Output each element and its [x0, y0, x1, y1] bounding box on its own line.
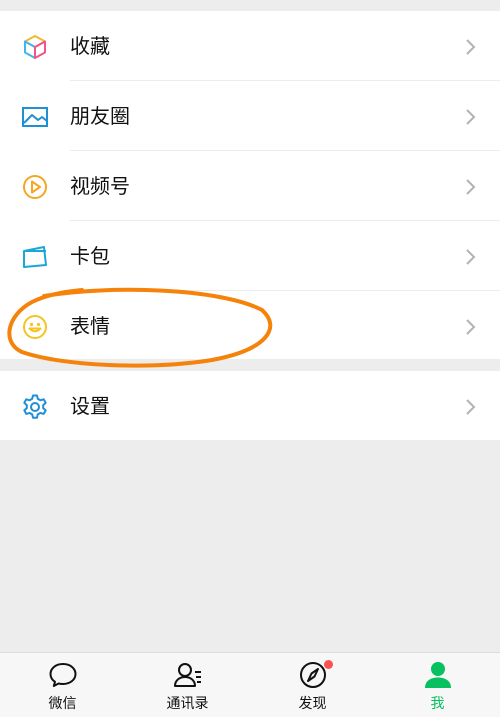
menu-item-label: 卡包	[70, 244, 110, 268]
chevron-right-icon	[463, 317, 477, 337]
menu-item-moments[interactable]: 朋友圈	[0, 81, 500, 151]
chevron-right-icon	[463, 37, 477, 57]
tab-contacts[interactable]: 通讯录	[125, 653, 250, 717]
contacts-icon	[172, 659, 204, 691]
tab-me[interactable]: 我	[375, 653, 500, 717]
settings-group: 设置	[0, 371, 500, 440]
tab-label: 我	[430, 696, 445, 712]
menu-item-settings[interactable]: 设置	[0, 371, 500, 441]
menu-item-favorites[interactable]: 收藏	[0, 11, 500, 81]
menu-item-label: 朋友圈	[70, 104, 130, 128]
chevron-right-icon	[463, 107, 477, 127]
profile-person-icon	[422, 659, 454, 691]
card-wallet-icon	[21, 243, 49, 271]
top-spacer	[0, 0, 500, 11]
me-menu-group: 收藏 朋友圈 视频号 卡包 表情	[0, 11, 500, 359]
tab-discover[interactable]: 发现	[250, 653, 375, 717]
chevron-right-icon	[463, 247, 477, 267]
notification-badge	[324, 660, 333, 669]
sticker-smiley-icon	[21, 313, 49, 341]
menu-item-card-wallet[interactable]: 卡包	[0, 221, 500, 291]
bottom-tab-bar: 微信 通讯录 发现 我	[0, 652, 500, 717]
moments-picture-icon	[21, 103, 49, 131]
channels-play-icon	[21, 173, 49, 201]
gear-icon	[21, 393, 49, 421]
chat-bubble-icon	[47, 659, 79, 691]
menu-item-label: 设置	[70, 394, 110, 418]
menu-item-label: 视频号	[70, 174, 130, 198]
tab-label: 发现	[298, 696, 327, 712]
menu-item-channels[interactable]: 视频号	[0, 151, 500, 221]
tab-label: 通讯录	[166, 696, 209, 712]
menu-item-label: 表情	[70, 314, 110, 338]
menu-item-stickers[interactable]: 表情	[0, 291, 500, 361]
tab-label: 微信	[48, 696, 77, 712]
chevron-right-icon	[463, 397, 477, 417]
favorites-cube-icon	[21, 33, 49, 61]
tab-chats[interactable]: 微信	[0, 653, 125, 717]
menu-item-label: 收藏	[70, 34, 110, 58]
chevron-right-icon	[463, 177, 477, 197]
